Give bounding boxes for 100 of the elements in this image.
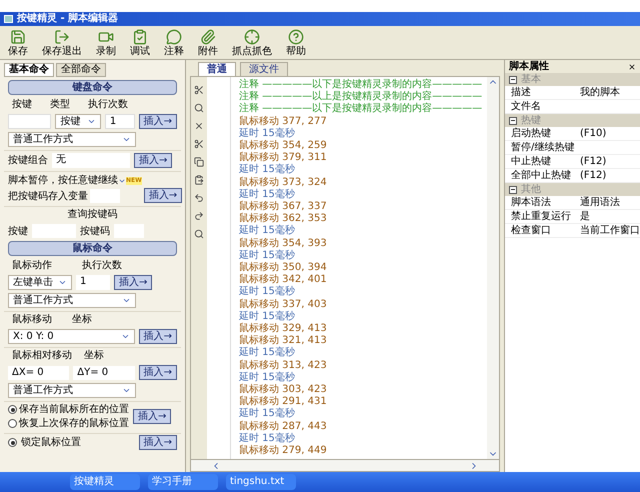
code-line: 鼠标移动 362, 353 [239,213,328,224]
label: 其他 [521,183,541,196]
mode-select[interactable]: 普通工作方式 [8,383,136,398]
label: 执行次数 [88,98,128,111]
editor-tab[interactable]: 普通 [198,62,236,76]
insert-button[interactable]: 插入→ [134,153,172,168]
mode-select[interactable]: 普通工作方式 [8,132,136,147]
radio-button[interactable] [8,405,17,414]
dx-field[interactable]: ΔX= 0 [8,366,70,380]
toolbar-button[interactable]: 附件 [198,29,218,57]
property-name: 禁止重复运行 [511,210,572,223]
label: 执行次数 [82,259,122,272]
insert-button[interactable]: 插入→ [114,275,152,290]
code-line: 鼠标移动 367, 337 [239,201,328,212]
code-line: 鼠标移动 329, 413 [239,323,328,334]
section-header[interactable]: 键盘命令 [8,80,177,95]
editor-tool-icon[interactable] [194,85,204,95]
panel-tab[interactable]: 基本命令 [4,63,54,77]
insert-button[interactable]: 插入→ [138,365,177,380]
label: 查询按键码 [68,208,118,221]
window-title: 按键精灵 - 脚本编辑器 [17,13,118,25]
label: 坐标 [84,349,104,362]
label: 类型 [50,98,70,111]
label: 鼠标相对移动 [12,349,72,362]
code-line: 延时 15毫秒 [239,128,296,140]
label: 鼠标动作 [12,259,52,272]
toolbar-button[interactable]: 保存 [8,29,28,57]
property-name: 中止热键 [511,155,552,168]
editor-tool-icon[interactable] [194,175,204,185]
editor-tool-icon[interactable] [194,229,204,239]
code-line: 延时 15毫秒 [239,372,296,384]
property-name: 检查窗口 [511,224,552,237]
toolbar-button[interactable]: 调试 [130,29,150,57]
label: 基本 [521,73,541,86]
code-line: 延时 15毫秒 [239,164,296,176]
editor-tool-icon[interactable] [194,121,204,131]
type-select[interactable]: 按键 [55,114,101,129]
code-line: 延时 15毫秒 [239,310,296,322]
property-name: 启动热键 [511,127,552,140]
combo-field[interactable]: 无 [52,153,130,168]
key-field[interactable] [32,224,76,238]
property-value: (F12) [580,155,606,168]
code-line: 鼠标移动 337, 403 [239,298,328,310]
toolbar-button[interactable]: 录制 [96,29,116,57]
insert-button[interactable]: 插入→ [138,435,177,450]
code-line: 鼠标移动 291, 431 [239,396,328,408]
toolbar-button[interactable]: 帮助 [286,29,306,57]
editor-tool-icon[interactable] [194,193,204,203]
label: 坐标 [72,313,92,326]
property-value: 当前工作窗口 [580,224,640,237]
mode-select[interactable]: 普通工作方式 [8,293,136,308]
insert-button[interactable]: 插入→ [138,329,177,344]
code-line: 鼠标移动 377, 277 [239,116,328,128]
count-field[interactable]: 1 [104,114,135,129]
count-field[interactable]: 1 [76,275,110,290]
insert-button[interactable]: 插入→ [138,114,177,129]
section-header[interactable]: 鼠标命令 [8,241,177,256]
taskbar-button[interactable]: 学习手册 [148,474,218,490]
coordinate-select[interactable]: X: 0 Y: 0 [8,329,135,344]
key-field[interactable] [8,114,52,129]
code-line: 鼠标移动 354, 259 [239,140,328,152]
panel-tab[interactable]: 全部命令 [56,63,106,77]
editor-tab[interactable]: 源文件 [240,62,288,76]
code-line: 延时 15毫秒 [239,188,296,200]
collapse-toggle-icon[interactable] [509,76,517,84]
toolbar-button[interactable]: 抓点抓色 [232,29,272,57]
label: 按键 [12,98,32,111]
editor-tool-icon[interactable] [194,157,204,167]
code-line: 延时 15毫秒 [239,347,296,360]
property-name: 暂停/继续热键 [511,141,576,154]
collapse-toggle-icon[interactable] [509,186,517,194]
code-line: 鼠标移动 313, 423 [239,360,328,372]
label: 按键组合 [8,154,48,167]
property-value: 我的脚本 [580,86,620,99]
vertical-scrollbar[interactable] [487,77,499,459]
dy-field[interactable]: ΔY= 0 [73,366,135,380]
close-icon[interactable] [628,62,636,70]
toolbar-button[interactable]: 注释 [164,29,184,57]
action-select[interactable]: 左键单击 [8,275,72,290]
variable-field[interactable] [90,189,120,203]
horizontal-scrollbar[interactable] [190,460,500,472]
insert-button[interactable]: 插入→ [144,188,182,203]
code-line: 鼠标移动 354, 393 [239,238,328,250]
editor-tool-icon[interactable] [194,139,204,149]
key-code-field[interactable] [114,224,144,238]
property-name: 文件名 [511,100,542,113]
label: 把按键码存入变量 [8,190,88,202]
speech-bubble-icon [166,29,182,45]
editor-tool-icon[interactable] [194,103,204,113]
editor-tool-icon[interactable] [194,211,204,221]
taskbar-button[interactable]: tingshu.txt [226,474,296,490]
toolbar-button[interactable]: 保存退出 [42,29,82,57]
taskbar-button[interactable]: 按键精灵 [70,474,140,490]
radio-button[interactable] [8,438,17,447]
property-value: 通用语法 [580,196,620,209]
paperclip-icon [200,29,216,45]
code-line: 延时 15毫秒 [239,408,296,420]
collapse-toggle-icon[interactable] [509,116,517,124]
insert-button[interactable]: 插入→ [133,409,172,424]
radio-button[interactable] [8,419,17,428]
